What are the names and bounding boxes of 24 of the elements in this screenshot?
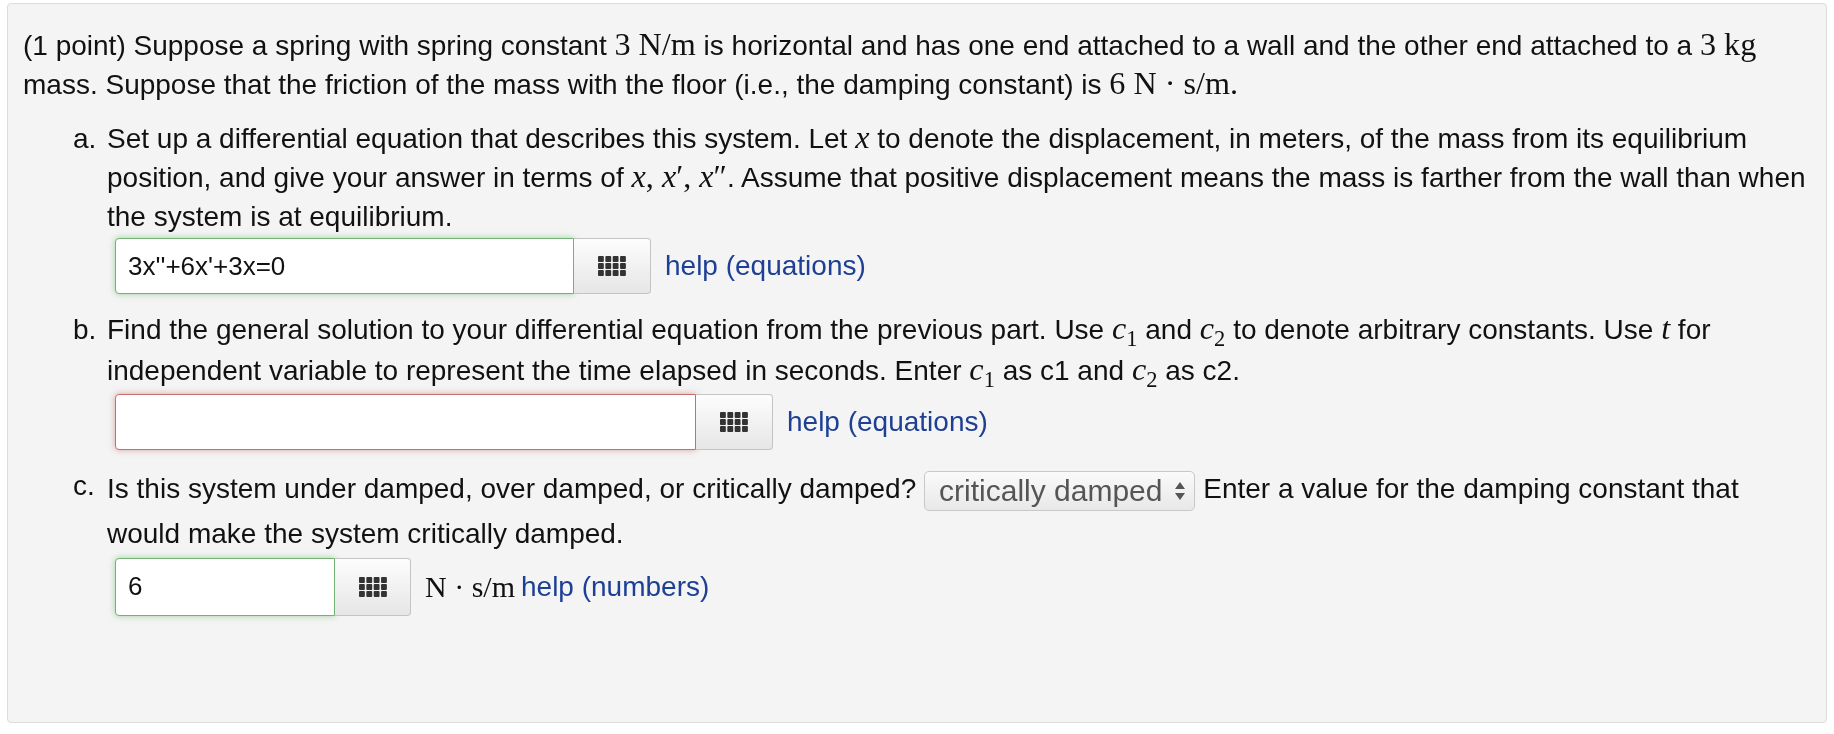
answer-dropdown[interactable]: critically damped: [924, 470, 1196, 511]
question-text: Is this system under damped, over damped, or critically damped?: [107, 472, 917, 504]
keypad-icon: [358, 576, 387, 597]
keypad-button[interactable]: [335, 557, 411, 616]
up-down-arrows-icon: [1174, 480, 1187, 501]
unit-label: N · s/m: [425, 569, 515, 604]
part-label: c.: [73, 468, 96, 503]
question-text: would make the system critically damped.: [107, 517, 624, 549]
keypad-button[interactable]: [574, 238, 651, 294]
part-label: a.: [73, 122, 98, 156]
question-text: Find the general solution to your differential equation from the previous part. Use c$_{1}$ and c$_{2}$ to denote arbitrary constants. Use t for independent variable to represent the time elapsed in seconds. Enter c$_{1}$ as c1 and c$_{2}$ as c2.: [107, 314, 1711, 386]
help-link[interactable]: help (equations): [665, 250, 866, 282]
question-text: Set up a differential equation that describes this system. Let x to denote the displacement, in meters, of the mass from its equilibrium position, and give your answer in terms of x, x′, x″. Assume that positive displacement means the mass is farther from the wall than when the system is at equilibrium.: [107, 123, 1806, 232]
problem-statement: (1 point) Suppose a spring with spring constant 3 N/m is horizontal and has one end attached to a wall and the other end attached to a 3 kg mass. Suppose that the friction of the mass with the floor (i.e., the damping constant) is 6 N · s/m.: [23, 26, 1758, 103]
part-label: b.: [73, 313, 98, 347]
keypad-icon: [598, 256, 626, 276]
answer-field[interactable]: 3x''+6x'+3x=0: [115, 238, 574, 294]
help-link[interactable]: help (equations): [787, 405, 988, 438]
answer-field[interactable]: [115, 393, 696, 450]
question-text: Enter a value for the damping constant that: [1203, 472, 1739, 504]
answer-field[interactable]: 6: [115, 557, 335, 616]
keypad-icon: [720, 411, 748, 432]
keypad-button[interactable]: [696, 393, 773, 450]
help-link[interactable]: help (numbers): [521, 570, 710, 603]
